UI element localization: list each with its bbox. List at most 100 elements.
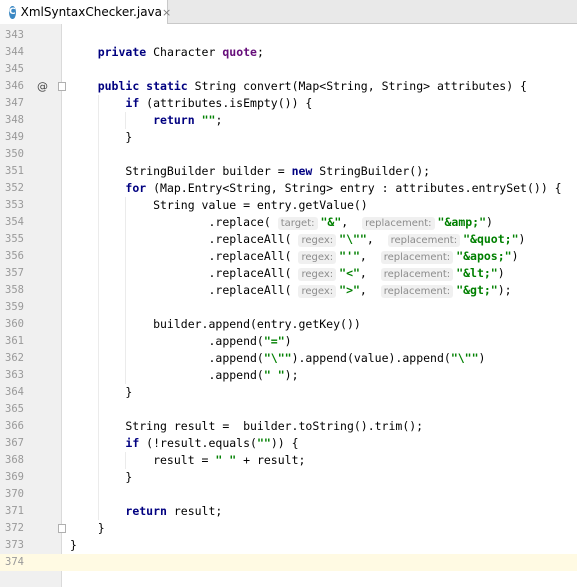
code-line[interactable]: 355 .replaceAll( regex: "\"", replacement… bbox=[0, 231, 577, 248]
code-text: } bbox=[70, 385, 133, 399]
tab-title: XmlSyntaxChecker.java bbox=[20, 5, 162, 19]
code-text: return ""; bbox=[153, 113, 223, 127]
code-line[interactable]: 367 if (!result.equals("")) { bbox=[0, 435, 577, 452]
code-text: .replaceAll( regex: "'", replacement: "&ap… bbox=[70, 249, 519, 264]
code-line[interactable]: 354 .replace( target: "&", replacement: "&… bbox=[0, 214, 577, 231]
code-text: .replaceAll( regex: "\"", replacement: "&q… bbox=[70, 232, 526, 247]
code-text: } bbox=[70, 130, 133, 144]
line-number: 360 bbox=[5, 318, 24, 330]
code-line[interactable]: 369 } bbox=[0, 469, 577, 486]
editor-tab-bar: C XmlSyntaxChecker.java × bbox=[0, 0, 577, 24]
line-number: 363 bbox=[5, 369, 24, 381]
close-icon[interactable]: × bbox=[162, 6, 171, 19]
line-number: 356 bbox=[5, 250, 24, 262]
code-line[interactable]: 356 .replaceAll( regex: "'", replacement:… bbox=[0, 248, 577, 265]
code-editor[interactable]: 343 344 private Character quote; 345 346 @ p… bbox=[0, 27, 577, 571]
code-text: public static String convert(Map<String,… bbox=[97, 79, 527, 93]
line-number: 365 bbox=[5, 403, 24, 415]
code-text: .append("=") bbox=[70, 334, 292, 348]
code-text: if (attributes.isEmpty()) { bbox=[125, 96, 313, 110]
line-number: 359 bbox=[5, 301, 24, 313]
code-text: } bbox=[70, 470, 133, 484]
code-line[interactable]: 370 bbox=[0, 486, 577, 503]
code-text: } bbox=[70, 521, 105, 535]
code-line[interactable]: 344 private Character quote; bbox=[0, 44, 577, 61]
line-number: 357 bbox=[5, 267, 24, 279]
code-line[interactable]: 352 for (Map.Entry<String, String> entry… bbox=[0, 180, 577, 197]
line-number: 364 bbox=[5, 386, 24, 398]
line-number: 367 bbox=[5, 437, 24, 449]
tab-xmlsyntaxchecker[interactable]: C XmlSyntaxChecker.java × bbox=[0, 0, 171, 24]
line-number: 366 bbox=[5, 420, 24, 432]
code-line[interactable]: 364 } bbox=[0, 384, 577, 401]
line-number: 372 bbox=[5, 522, 24, 534]
code-text: if (!result.equals("")) { bbox=[125, 436, 299, 450]
line-number: 370 bbox=[5, 488, 24, 500]
code-line[interactable]: 361 .append("=") bbox=[0, 333, 577, 350]
line-number: 371 bbox=[5, 505, 24, 517]
code-line[interactable]: 358 .replaceAll( regex: ">", replacement:… bbox=[0, 282, 577, 299]
line-number: 373 bbox=[5, 539, 24, 551]
code-line[interactable]: 350 bbox=[0, 146, 577, 163]
code-line[interactable]: 366 String result = builder.toString().t… bbox=[0, 418, 577, 435]
code-line[interactable]: 347 if (attributes.isEmpty()) { bbox=[0, 95, 577, 112]
line-number: 351 bbox=[5, 165, 24, 177]
java-class-icon: C bbox=[9, 5, 16, 19]
code-line[interactable]: 373} bbox=[0, 537, 577, 554]
line-number: 344 bbox=[5, 46, 24, 58]
code-line[interactable]: 365 bbox=[0, 401, 577, 418]
line-number: 368 bbox=[5, 454, 24, 466]
code-line[interactable]: 363 .append(" "); bbox=[0, 367, 577, 384]
code-line[interactable]: 351 StringBuilder builder = new StringBu… bbox=[0, 163, 577, 180]
code-text: private Character quote; bbox=[97, 45, 264, 59]
line-number: 349 bbox=[5, 131, 24, 143]
code-text: .replaceAll( regex: ">", replacement: "&gt… bbox=[70, 283, 512, 298]
code-line[interactable]: 362 .append("\"").append(value).append("… bbox=[0, 350, 577, 367]
line-number: 348 bbox=[5, 114, 24, 126]
line-number: 347 bbox=[5, 97, 24, 109]
line-number: 350 bbox=[5, 148, 24, 160]
code-text: .append(" "); bbox=[70, 368, 299, 382]
line-number: 345 bbox=[5, 63, 24, 75]
code-line[interactable]: 345 bbox=[0, 61, 577, 78]
fold-marker-icon[interactable] bbox=[58, 524, 66, 533]
indent-guide bbox=[97, 95, 99, 520]
code-text: } bbox=[70, 538, 77, 552]
code-line[interactable]: 349 } bbox=[0, 129, 577, 146]
code-line[interactable]: 343 bbox=[0, 27, 577, 44]
code-line[interactable]: 346 @ public static String convert(Map<St… bbox=[0, 78, 577, 95]
fold-marker-icon[interactable] bbox=[58, 82, 66, 91]
code-text: .replace( target: "&", replacement: "&amp;… bbox=[70, 215, 493, 230]
indent-guide bbox=[125, 112, 127, 129]
line-number: 358 bbox=[5, 284, 24, 296]
line-number: 354 bbox=[5, 216, 24, 228]
code-text: .append("\"").append(value).append("\"") bbox=[70, 351, 486, 365]
code-line[interactable]: 372 } bbox=[0, 520, 577, 537]
code-line[interactable]: 348 return ""; bbox=[0, 112, 577, 129]
code-line[interactable]: 353 String value = entry.getValue() bbox=[0, 197, 577, 214]
line-number: 362 bbox=[5, 352, 24, 364]
line-number: 374 bbox=[5, 556, 24, 568]
line-number: 343 bbox=[5, 29, 24, 41]
annotation-icon[interactable]: @ bbox=[37, 78, 48, 95]
code-text: String value = entry.getValue() bbox=[70, 198, 368, 212]
code-text: for (Map.Entry<String, String> entry : a… bbox=[125, 181, 562, 195]
code-line[interactable]: 368 result = " " + result; bbox=[0, 452, 577, 469]
code-line[interactable]: 371 return result; bbox=[0, 503, 577, 520]
code-text: StringBuilder builder = new StringBuilde… bbox=[70, 164, 431, 178]
line-number: 352 bbox=[5, 182, 24, 194]
line-number: 355 bbox=[5, 233, 24, 245]
code-line[interactable]: 359 bbox=[0, 299, 577, 316]
indent-guide bbox=[125, 197, 127, 384]
code-text: result = " " + result; bbox=[70, 453, 306, 467]
code-line[interactable]: 374 bbox=[0, 554, 577, 571]
line-number: 353 bbox=[5, 199, 24, 211]
code-line[interactable]: 357 .replaceAll( regex: "<", replacement:… bbox=[0, 265, 577, 282]
line-number: 346 bbox=[5, 80, 24, 92]
line-number: 369 bbox=[5, 471, 24, 483]
code-text: return result; bbox=[125, 504, 223, 518]
line-number: 361 bbox=[5, 335, 24, 347]
code-text: .replaceAll( regex: "<", replacement: "&lt… bbox=[70, 266, 505, 281]
code-line[interactable]: 360 builder.append(entry.getKey()) bbox=[0, 316, 577, 333]
indent-guide bbox=[125, 452, 127, 469]
